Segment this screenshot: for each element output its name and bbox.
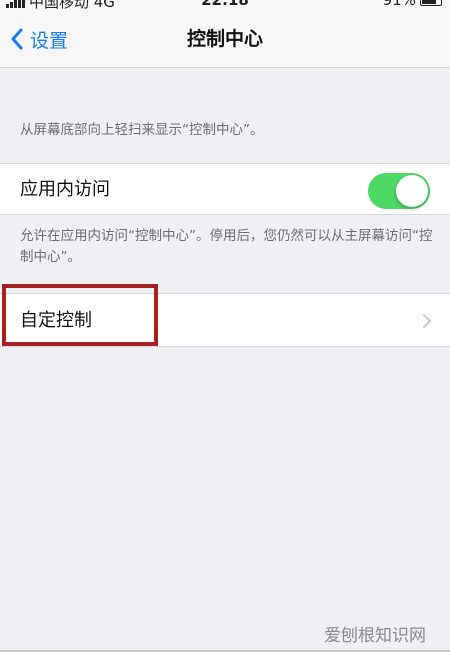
battery-percent: 91% [382, 0, 416, 9]
access-hint-text: 允许在应用内访问“控制中心”。停用后，您仍然可以从主屏幕访问“控制中心”。 [20, 228, 433, 265]
status-time: 22:18 [201, 0, 249, 9]
page-title: 控制中心 [186, 28, 263, 50]
toggle-knob [396, 175, 428, 207]
signal-icon [6, 0, 25, 8]
swipe-hint-text: 从屏幕底部向上轻扫来显示“控制中心”。 [20, 122, 264, 138]
status-right: 91% [383, 0, 442, 9]
navigation-bar: 设置 控制中心 [0, 10, 450, 68]
chevron-right-icon [423, 314, 431, 328]
status-left: 中国移动 4G [6, 0, 115, 10]
carrier-label: 中国移动 4G [29, 0, 115, 10]
access-in-apps-label: 应用内访问 [20, 179, 110, 200]
watermark-text: 爱刨根知识网 [324, 626, 426, 646]
battery-icon [420, 0, 442, 6]
access-in-apps-row: 应用内访问 [0, 163, 450, 215]
status-bar: 中国移动 4G 22:18 91% [0, 0, 450, 10]
customize-controls-row[interactable]: 自定控制 [0, 293, 450, 347]
customize-controls-label: 自定控制 [20, 310, 92, 331]
access-in-apps-toggle[interactable] [368, 173, 430, 209]
